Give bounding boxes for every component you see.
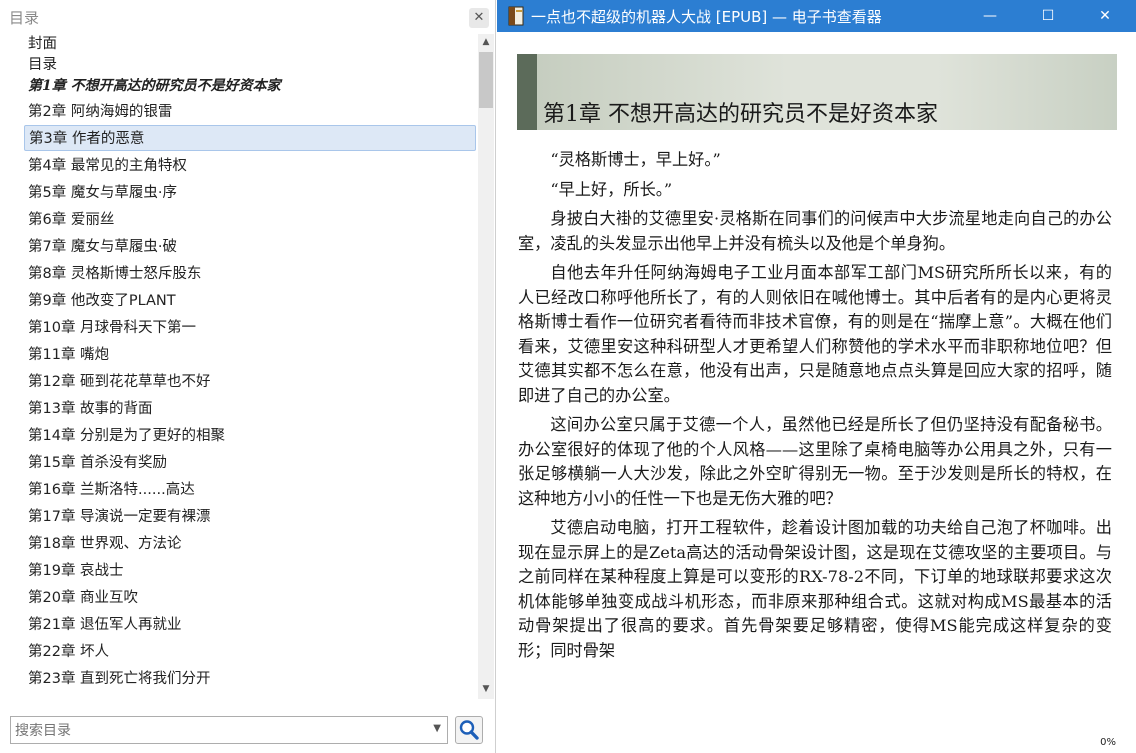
search-history-dropdown-icon[interactable]: ▼ [433,723,441,734]
toc-panel: 目录 ✕ 封面 目录 第1章 不想开高达的研究员不是好资本家 第2章 阿纳海姆的… [0,0,496,753]
toc-item-chapter-18[interactable]: 第18章 世界观、方法论 [24,531,476,557]
toc-item-chapter-21[interactable]: 第21章 退伍军人再就业 [24,612,476,638]
toc-item-chapter-23[interactable]: 第23章 直到死亡将我们分开 [24,666,476,692]
ebook-viewer-window: 一点也不超级的机器人大战 [EPUB] — 电子书查看器 — ☐ ✕ 第1章 不… [497,0,1136,753]
toc-search-input[interactable] [13,719,425,743]
toc-item-chapter-19[interactable]: 第19章 哀战士 [24,558,476,584]
close-window-button[interactable]: ✕ [1082,0,1128,32]
toc-item-chapter-12[interactable]: 第12章 砸到花花草草也不好 [24,369,476,395]
toc-item-cover[interactable]: 封面 [24,34,476,55]
chapter-banner: 第1章 不想开高达的研究员不是好资本家 [517,54,1117,130]
toc-search-box[interactable]: ▼ [10,716,448,744]
toc-item-chapter-10[interactable]: 第10章 月球骨科天下第一 [24,315,476,341]
toc-item-chapter-15[interactable]: 第15章 首杀没有奖励 [24,450,476,476]
paragraph: “灵格斯博士，早上好。” [550,150,721,169]
scroll-down-arrow-icon[interactable]: ▼ [478,681,494,697]
toc-item-chapter-4[interactable]: 第4章 最常见的主角特权 [24,153,476,179]
toc-item-chapter-20[interactable]: 第20章 商业互吹 [24,585,476,611]
book-text: “灵格斯博士，早上好。” “早上好，所长。” 身披白大褂的艾德里安·灵格斯在同事… [518,148,1112,668]
scrollbar-thumb[interactable] [479,52,493,108]
paragraph: 身披白大褂的艾德里安·灵格斯在同事们的问候声中大步流星地走向自己的办公室，凌乱的… [518,209,1112,253]
toc-list: 封面 目录 第1章 不想开高达的研究员不是好资本家 第2章 阿纳海姆的银雷 第3… [0,34,478,699]
paragraph: 艾德启动电脑，打开工程软件，趁着设计图加载的功夫给自己泡了杯咖啡。出现在显示屏上… [518,518,1112,660]
reading-progress: 0% [1100,737,1116,748]
toc-item-chapter-13[interactable]: 第13章 故事的背面 [24,396,476,422]
toc-item-chapter-16[interactable]: 第16章 兰斯洛特......高达 [24,477,476,503]
toc-item-chapter-7[interactable]: 第7章 魔女与草履虫·破 [24,234,476,260]
toc-item-chapter-22[interactable]: 第22章 坏人 [24,639,476,665]
toc-item-chapter-8[interactable]: 第8章 灵格斯博士怒斥股东 [24,261,476,287]
toc-item-chapter-14[interactable]: 第14章 分别是为了更好的相聚 [24,423,476,449]
minimize-button[interactable]: — [967,0,1013,32]
toc-item-chapter-9[interactable]: 第9章 他改变了PLANT [24,288,476,314]
book-app-icon [508,6,524,26]
chapter-title: 第1章 不想开高达的研究员不是好资本家 [543,102,938,127]
scroll-up-arrow-icon[interactable]: ▲ [478,34,494,50]
toc-header: 目录 ✕ [0,0,496,34]
toc-search-button[interactable] [455,716,483,744]
toc-item-chapter-5[interactable]: 第5章 魔女与草履虫·序 [24,180,476,206]
paragraph: 这间办公室只属于艾德一个人，虽然他已经是所长了但仍坚持没有配备秘书。办公室很好的… [518,415,1112,508]
toc-item-contents[interactable]: 目录 [24,55,476,76]
toc-item-chapter-1[interactable]: 第1章 不想开高达的研究员不是好资本家 [24,76,476,97]
maximize-button[interactable]: ☐ [1025,0,1071,32]
toc-close-button[interactable]: ✕ [469,8,489,28]
toc-scrollbar[interactable]: ▲ ▼ [478,34,494,699]
toc-title: 目录 [9,9,40,27]
toc-item-chapter-11[interactable]: 第11章 嘴炮 [24,342,476,368]
banner-accent-bar [517,54,537,130]
toc-item-chapter-6[interactable]: 第6章 爱丽丝 [24,207,476,233]
paragraph: 自他去年升任阿纳海姆电子工业月面本部军工部门MS研究所所长以来，有的人已经改口称… [518,263,1112,405]
window-title: 一点也不超级的机器人大战 [EPUB] — 电子书查看器 [531,8,882,26]
toc-item-chapter-17[interactable]: 第17章 导演说一定要有裸漂 [24,504,476,530]
paragraph: “早上好，所长。” [550,179,673,199]
search-icon [459,720,479,740]
toc-item-chapter-3[interactable]: 第3章 作者的恶意 [24,125,476,151]
toc-item-chapter-2[interactable]: 第2章 阿纳海姆的银雷 [24,99,476,125]
window-titlebar[interactable]: 一点也不超级的机器人大战 [EPUB] — 电子书查看器 — ☐ ✕ [497,0,1136,32]
